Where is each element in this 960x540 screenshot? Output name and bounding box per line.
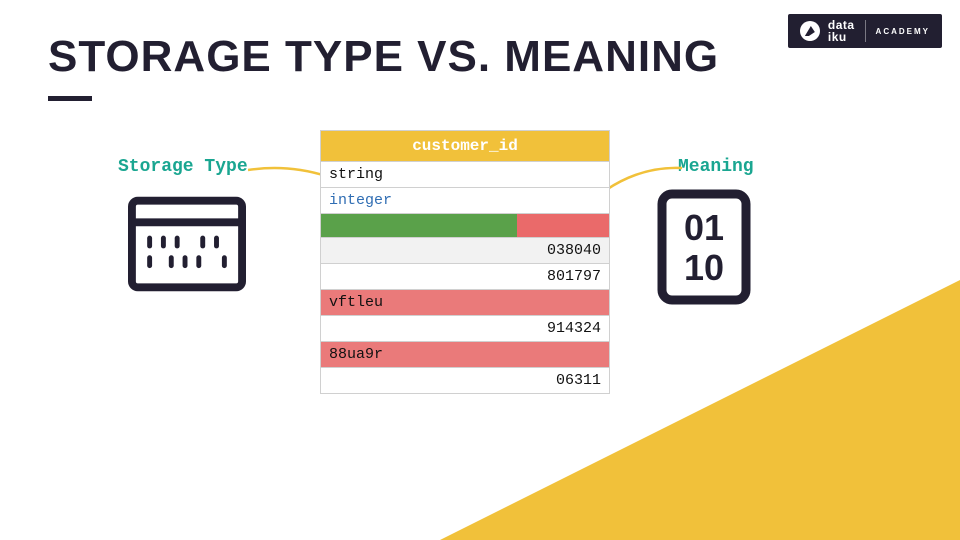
- label-meaning: Meaning: [678, 157, 754, 177]
- svg-text:10: 10: [684, 247, 724, 288]
- brand-badge: data iku ACADEMY: [788, 14, 942, 48]
- validity-bar: [321, 213, 609, 237]
- table-row: 038040: [321, 237, 609, 263]
- page-title: STORAGE TYPE VS. MEANING: [48, 32, 719, 82]
- meaning-cell: integer: [321, 187, 609, 213]
- validity-bad: [517, 214, 609, 237]
- bird-icon: [800, 21, 820, 41]
- table-row: 88ua9r: [321, 341, 609, 367]
- table-row: 06311: [321, 367, 609, 393]
- table-row: vftleu: [321, 289, 609, 315]
- column-header: customer_id: [321, 131, 609, 161]
- brand-academy: ACADEMY: [876, 27, 930, 36]
- storage-icon: [128, 196, 246, 292]
- table-row: 914324: [321, 315, 609, 341]
- divider: [865, 20, 866, 42]
- validity-ok: [321, 214, 517, 237]
- brand-name: data iku: [828, 19, 855, 43]
- sample-column: customer_id string integer 038040801797v…: [320, 130, 610, 394]
- binary-icon: 01 10: [656, 188, 752, 306]
- title-underline: [48, 96, 92, 101]
- label-storage-type: Storage Type: [118, 157, 248, 177]
- svg-text:01: 01: [684, 207, 724, 248]
- storage-type-cell: string: [321, 161, 609, 187]
- table-row: 801797: [321, 263, 609, 289]
- connector-left: [248, 162, 328, 180]
